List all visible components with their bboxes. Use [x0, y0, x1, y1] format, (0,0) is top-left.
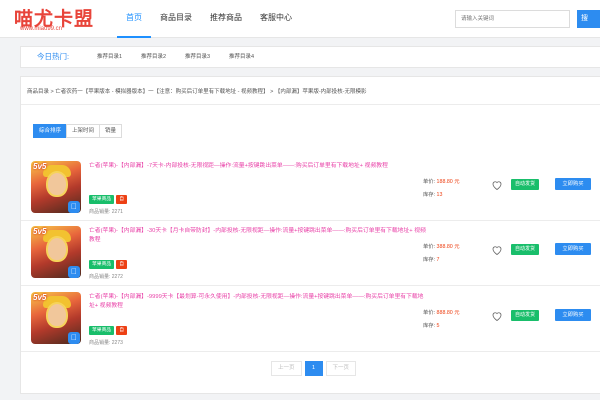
product-row: 5v5  亡者(苹果)-【内部漏】-30天卡【月卡自带防封】-内部投核-无限视…: [21, 224, 600, 286]
product-thumbnail[interactable]: 5v5 : [31, 292, 81, 344]
stock-label: 库存:: [423, 323, 437, 329]
buy-now-button[interactable]: 立即购买: [555, 243, 591, 255]
price-label: 单价:: [423, 310, 437, 316]
buy-now-button[interactable]: 立即购买: [555, 309, 591, 321]
stock-label: 库存:: [423, 257, 437, 263]
stock-value: 5: [436, 323, 440, 329]
product-sales: 商品销量: 2273: [89, 340, 123, 346]
heart-icon[interactable]: [491, 244, 503, 256]
product-title[interactable]: 亡者(苹果)-【内部漏】-9999天卡【最划算-可永久使用】-内部投核-无限视距…: [89, 293, 429, 311]
heart-icon[interactable]: [491, 179, 503, 191]
site-logo[interactable]: 喵尤卡盟 www.miao99.cn: [14, 4, 114, 34]
nav-support[interactable]: 客服中心: [251, 0, 301, 38]
stock-value: 13: [436, 192, 443, 198]
hot-item-2[interactable]: 推荐目录2: [141, 47, 166, 67]
price-value: 388.80 元: [436, 244, 460, 250]
site-header: 喵尤卡盟 www.miao99.cn 首页 商品目录 推荐商品 客服中心 搜: [0, 0, 600, 38]
tag-apple: 苹果商品: [89, 260, 115, 269]
tag-auto: 自: [116, 260, 128, 269]
tab-overall[interactable]: 综合排序: [33, 124, 68, 138]
tag-apple: 苹果商品: [89, 326, 115, 335]
product-price: 单价: 188.80 元: [423, 177, 460, 185]
search-button[interactable]: 搜: [577, 10, 600, 28]
product-price: 单价: 388.80 元: [423, 242, 460, 250]
apple-icon: : [68, 332, 80, 344]
price-value: 888.80 元: [436, 310, 460, 316]
product-row: 5v5  亡者(苹果)-【内部漏】-7天卡-内部投核-无限视距—操作:流量+按…: [21, 159, 600, 221]
hero-face: [46, 171, 68, 197]
game-badge-icon: 5v5: [33, 162, 47, 171]
product-tags: 苹果商品 自: [89, 326, 129, 335]
product-stock: 库存: 13: [423, 190, 442, 198]
sort-tabs: 综合排序 上架时间 销量: [33, 124, 123, 138]
nav-catalog[interactable]: 商品目录: [151, 0, 201, 38]
logo-domain: www.miao99.cn: [20, 26, 63, 32]
product-price: 单价: 888.80 元: [423, 308, 460, 316]
price-value: 188.80 元: [436, 179, 460, 185]
product-tags: 苹果商品 自: [89, 260, 129, 269]
product-sales: 商品销量: 2271: [89, 209, 123, 215]
product-stock: 库存: 7: [423, 255, 440, 263]
nav-recommended[interactable]: 推荐商品: [201, 0, 251, 38]
hot-bar: 今日热门: 推荐目录1 推荐目录2 推荐目录3 推荐目录4: [20, 46, 600, 68]
auto-delivery-badge: 自动发货: [511, 244, 539, 255]
hot-title: 今日热门:: [37, 52, 70, 61]
hero-face: [46, 236, 68, 262]
product-thumbnail[interactable]: 5v5 : [31, 161, 81, 213]
row-divider: [21, 285, 600, 286]
tag-auto: 自: [116, 326, 128, 335]
tag-auto: 自: [116, 195, 128, 204]
stock-value: 7: [436, 257, 440, 263]
row-divider: [21, 351, 600, 352]
page-number-button[interactable]: 1: [304, 361, 323, 376]
nav-home[interactable]: 首页: [117, 0, 151, 38]
breadcrumb: 商品目录 > 亡者农药一【苹果版本 - 模拟器版本】一【注意：购买后订单里有下载…: [27, 89, 367, 95]
divider: [21, 104, 600, 105]
product-sales: 商品销量: 2272: [89, 274, 123, 280]
product-thumbnail[interactable]: 5v5 : [31, 226, 81, 278]
apple-icon: : [68, 266, 80, 278]
stock-label: 库存:: [423, 192, 437, 198]
tab-sales[interactable]: 销量: [99, 124, 123, 138]
main-nav: 首页 商品目录 推荐商品 客服中心: [117, 0, 301, 38]
row-divider: [21, 220, 600, 221]
game-badge-icon: 5v5: [33, 293, 47, 302]
hot-item-4[interactable]: 推荐目录4: [229, 47, 254, 67]
price-label: 单价:: [423, 244, 437, 250]
game-badge-icon: 5v5: [33, 227, 47, 236]
pagination: 上一页 1 下一页: [271, 361, 359, 376]
search-input[interactable]: [455, 10, 570, 28]
auto-delivery-badge: 自动发货: [511, 310, 539, 321]
product-stock: 库存: 5: [423, 321, 440, 329]
tag-apple: 苹果商品: [89, 195, 115, 204]
next-page-button[interactable]: 下一页: [325, 361, 357, 376]
price-label: 单价:: [423, 179, 437, 185]
buy-now-button[interactable]: 立即购买: [555, 178, 591, 190]
tab-newest[interactable]: 上架时间: [66, 124, 101, 138]
auto-delivery-badge: 自动发货: [511, 179, 539, 190]
hot-item-1[interactable]: 推荐目录1: [97, 47, 122, 67]
heart-icon[interactable]: [491, 310, 503, 322]
product-title[interactable]: 亡者(苹果)-【内部漏】-7天卡-内部投核-无限视距—操作:流量+按键跳出菜单—…: [89, 162, 429, 171]
product-panel: 商品目录 > 亡者农药一【苹果版本 - 模拟器版本】一【注意：购买后订单里有下载…: [20, 76, 600, 394]
hero-face: [46, 302, 68, 328]
apple-icon: : [68, 201, 80, 213]
hot-item-3[interactable]: 推荐目录3: [185, 47, 210, 67]
product-row: 5v5  亡者(苹果)-【内部漏】-9999天卡【最划算-可永久使用】-内部投…: [21, 290, 600, 352]
product-title[interactable]: 亡者(苹果)-【内部漏】-30天卡【月卡自带防封】-内部投核-无限视距—操作:流…: [89, 227, 429, 245]
prev-page-button[interactable]: 上一页: [271, 361, 302, 376]
product-tags: 苹果商品 自: [89, 195, 129, 204]
